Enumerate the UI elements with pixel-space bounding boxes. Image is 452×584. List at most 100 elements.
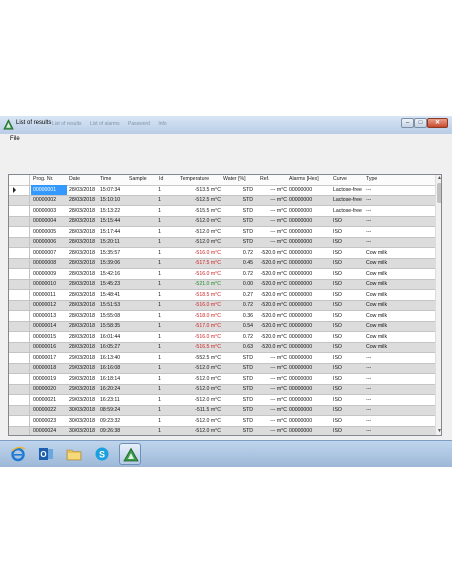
cell-type[interactable]: --- xyxy=(366,418,406,424)
cell-type[interactable]: --- xyxy=(366,407,406,413)
table-row[interactable]: 00000006 28/03/2018 15:20:11 1 -512.0 m°C STD… xyxy=(9,237,435,248)
cell-water[interactable]: STD xyxy=(223,397,253,403)
cell-prog[interactable]: 00000006 xyxy=(33,239,65,245)
cell-alarms[interactable]: 00000000 xyxy=(289,197,329,203)
col-header-ref[interactable]: Ref. xyxy=(260,176,270,182)
cell-date[interactable]: 28/03/2018 xyxy=(69,344,99,350)
cell-water[interactable]: STD xyxy=(223,218,253,224)
cell-type[interactable]: Cow milk xyxy=(366,323,406,329)
cell-curve[interactable]: ISO xyxy=(333,271,365,277)
row-header[interactable] xyxy=(9,279,30,289)
cell-water[interactable]: STD xyxy=(223,386,253,392)
cell-curve[interactable]: ISO xyxy=(333,428,365,434)
col-header-temperature[interactable]: Temperature xyxy=(180,176,209,182)
cell-curve[interactable]: ISO xyxy=(333,260,365,266)
cell-curve[interactable]: ISO xyxy=(333,355,365,361)
cell-temperature[interactable]: -516.0 m°C xyxy=(177,250,221,256)
cell-prog[interactable]: 00000010 xyxy=(33,281,65,287)
table-row[interactable]: 00000024 30/03/2018 09:26:38 1 -512.0 m°C STD… xyxy=(9,426,435,435)
cell-prog[interactable]: 00000018 xyxy=(33,365,65,371)
cell-temperature[interactable]: -512.0 m°C xyxy=(177,218,221,224)
cell-prog[interactable]: 00000024 xyxy=(33,428,65,434)
row-header[interactable] xyxy=(9,416,30,426)
cell-curve[interactable]: ISO xyxy=(333,281,365,287)
cell-sample[interactable]: 1 xyxy=(129,355,161,361)
cell-ref[interactable]: --- m°C xyxy=(253,397,287,403)
cell-date[interactable]: 28/03/2018 xyxy=(69,260,99,266)
close-button[interactable]: ✕ xyxy=(427,118,448,128)
cell-ref[interactable]: --- m°C xyxy=(253,428,287,434)
cell-sample[interactable]: 1 xyxy=(129,229,161,235)
cell-ref[interactable]: -520.0 m°C xyxy=(253,344,287,350)
cell-sample[interactable]: 1 xyxy=(129,197,161,203)
row-header[interactable] xyxy=(9,258,30,268)
table-row[interactable]: 00000003 28/03/2018 15:13:22 1 -515.5 m°C STD… xyxy=(9,206,435,217)
cell-time[interactable]: 15:10:10 xyxy=(100,197,128,203)
cell-alarms[interactable]: 00000000 xyxy=(289,418,329,424)
cell-temperature[interactable]: -517.0 m°C xyxy=(177,323,221,329)
cell-water[interactable]: STD xyxy=(223,208,253,214)
cell-type[interactable]: --- xyxy=(366,365,406,371)
cell-temperature[interactable]: -516.0 m°C xyxy=(177,334,221,340)
cell-water[interactable]: 0.72 xyxy=(223,271,253,277)
cell-type[interactable]: Cow milk xyxy=(366,302,406,308)
cell-ref[interactable]: --- m°C xyxy=(253,239,287,245)
table-row[interactable]: 00000009 28/03/2018 15:42:16 1 -516.0 m°C 0.7… xyxy=(9,269,435,280)
cell-time[interactable]: 09:23:32 xyxy=(100,418,128,424)
cell-ref[interactable]: -520.0 m°C xyxy=(253,292,287,298)
cell-type[interactable]: Cow milk xyxy=(366,250,406,256)
row-header[interactable] xyxy=(9,321,30,331)
scroll-thumb[interactable] xyxy=(437,183,441,203)
cell-ref[interactable]: -520.0 m°C xyxy=(253,250,287,256)
row-header[interactable] xyxy=(9,332,30,342)
table-row[interactable]: 00000022 30/03/2018 08:59:24 1 -511.5 m°C STD… xyxy=(9,405,435,416)
cell-date[interactable]: 29/03/2018 xyxy=(69,376,99,382)
cell-type[interactable]: --- xyxy=(366,187,406,193)
cell-curve[interactable]: ISO xyxy=(333,344,365,350)
cell-sample[interactable]: 1 xyxy=(129,260,161,266)
cell-time[interactable]: 15:35:57 xyxy=(100,250,128,256)
cell-type[interactable]: Cow milk xyxy=(366,313,406,319)
cell-sample[interactable]: 1 xyxy=(129,323,161,329)
row-header[interactable] xyxy=(9,384,30,394)
cell-alarms[interactable]: 00000000 xyxy=(289,313,329,319)
cell-sample[interactable]: 1 xyxy=(129,250,161,256)
cell-alarms[interactable]: 00000000 xyxy=(289,376,329,382)
col-header-sample[interactable]: Sample xyxy=(129,176,147,182)
cell-curve[interactable]: ISO xyxy=(333,323,365,329)
cell-ref[interactable]: --- m°C xyxy=(253,229,287,235)
cell-time[interactable]: 15:48:41 xyxy=(100,292,128,298)
cell-date[interactable]: 29/03/2018 xyxy=(69,386,99,392)
cell-date[interactable]: 29/03/2018 xyxy=(69,355,99,361)
cell-temperature[interactable]: -515.5 m°C xyxy=(177,208,221,214)
cell-sample[interactable]: 1 xyxy=(129,386,161,392)
taskbar-skype-button[interactable]: S xyxy=(91,443,113,465)
cell-sample[interactable]: 1 xyxy=(129,344,161,350)
cell-ref[interactable]: -520.0 m°C xyxy=(253,271,287,277)
cell-date[interactable]: 28/03/2018 xyxy=(69,281,99,287)
cell-alarms[interactable]: 00000000 xyxy=(289,365,329,371)
cell-time[interactable]: 08:59:24 xyxy=(100,407,128,413)
col-header-time[interactable]: Time xyxy=(100,176,111,182)
cell-water[interactable]: STD xyxy=(223,418,253,424)
taskbar-outlook-button[interactable]: O xyxy=(35,443,57,465)
table-row[interactable]: 00000001 28/03/2018 15:07:34 1 -513.5 m°C STD… xyxy=(9,185,435,196)
scroll-down-icon[interactable]: ▼ xyxy=(436,428,441,435)
row-header[interactable] xyxy=(9,290,30,300)
cell-alarms[interactable]: 00000000 xyxy=(289,271,329,277)
cell-sample[interactable]: 1 xyxy=(129,271,161,277)
table-row[interactable]: 00000016 28/03/2018 16:05:27 1 -516.5 m°C 0.6… xyxy=(9,342,435,353)
cell-curve[interactable]: Lactose-free xyxy=(333,197,365,203)
cell-water[interactable]: STD xyxy=(223,428,253,434)
cell-date[interactable]: 28/03/2018 xyxy=(69,187,99,193)
cell-ref[interactable]: --- m°C xyxy=(253,407,287,413)
cell-curve[interactable]: Lactose-free xyxy=(333,208,365,214)
cell-prog[interactable]: 00000011 xyxy=(33,292,65,298)
cell-water[interactable]: STD xyxy=(223,376,253,382)
row-header[interactable] xyxy=(9,227,30,237)
cell-water[interactable]: 0.54 xyxy=(223,323,253,329)
row-header[interactable] xyxy=(9,237,30,247)
row-header[interactable] xyxy=(9,185,30,195)
cell-ref[interactable]: --- m°C xyxy=(253,197,287,203)
cell-curve[interactable]: ISO xyxy=(333,218,365,224)
